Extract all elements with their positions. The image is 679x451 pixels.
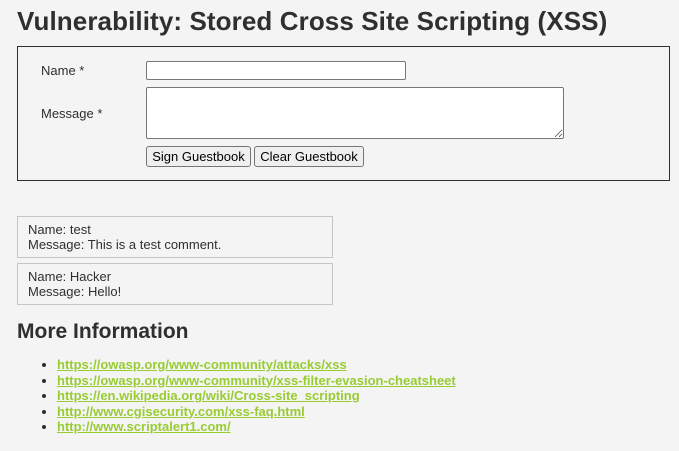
entry-name: Name: test	[28, 222, 91, 237]
message-textarea[interactable]	[146, 87, 564, 139]
guestbook-entry: Name: Hacker Message: Hello!	[17, 263, 333, 305]
guestbook-entry: Name: test Message: This is a test comme…	[17, 216, 333, 258]
entry-name: Name: Hacker	[28, 269, 112, 284]
clear-guestbook-button[interactable]: Clear Guestbook	[254, 146, 364, 167]
list-item: https://en.wikipedia.org/wiki/Cross-site…	[57, 388, 456, 404]
cgisecurity-faq-link[interactable]: http://www.cgisecurity.com/xss-faq.html	[57, 404, 305, 419]
name-input[interactable]	[146, 61, 406, 80]
page-title: Vulnerability: Stored Cross Site Scripti…	[17, 6, 608, 36]
list-item: https://owasp.org/www-community/attacks/…	[57, 357, 456, 373]
sign-guestbook-button[interactable]: Sign Guestbook	[146, 146, 251, 167]
entry-message: Message: This is a test comment.	[28, 237, 222, 252]
list-item: http://www.scriptalert1.com/	[57, 419, 456, 435]
list-item: https://owasp.org/www-community/xss-filt…	[57, 373, 456, 389]
name-label: Name *	[41, 63, 85, 78]
more-information-heading: More Information	[17, 320, 189, 343]
owasp-cheatsheet-link[interactable]: https://owasp.org/www-community/xss-filt…	[57, 373, 456, 388]
wikipedia-xss-link[interactable]: https://en.wikipedia.org/wiki/Cross-site…	[57, 388, 360, 403]
list-item: http://www.cgisecurity.com/xss-faq.html	[57, 404, 456, 420]
guestbook-form: Name * Message * Sign Guestbook Clear Gu…	[17, 46, 670, 181]
entry-message: Message: Hello!	[28, 284, 122, 299]
scriptalert1-link[interactable]: http://www.scriptalert1.com/	[57, 419, 231, 434]
owasp-xss-link[interactable]: https://owasp.org/www-community/attacks/…	[57, 357, 347, 372]
message-label: Message *	[41, 106, 103, 121]
more-information-links: https://owasp.org/www-community/attacks/…	[17, 357, 456, 435]
